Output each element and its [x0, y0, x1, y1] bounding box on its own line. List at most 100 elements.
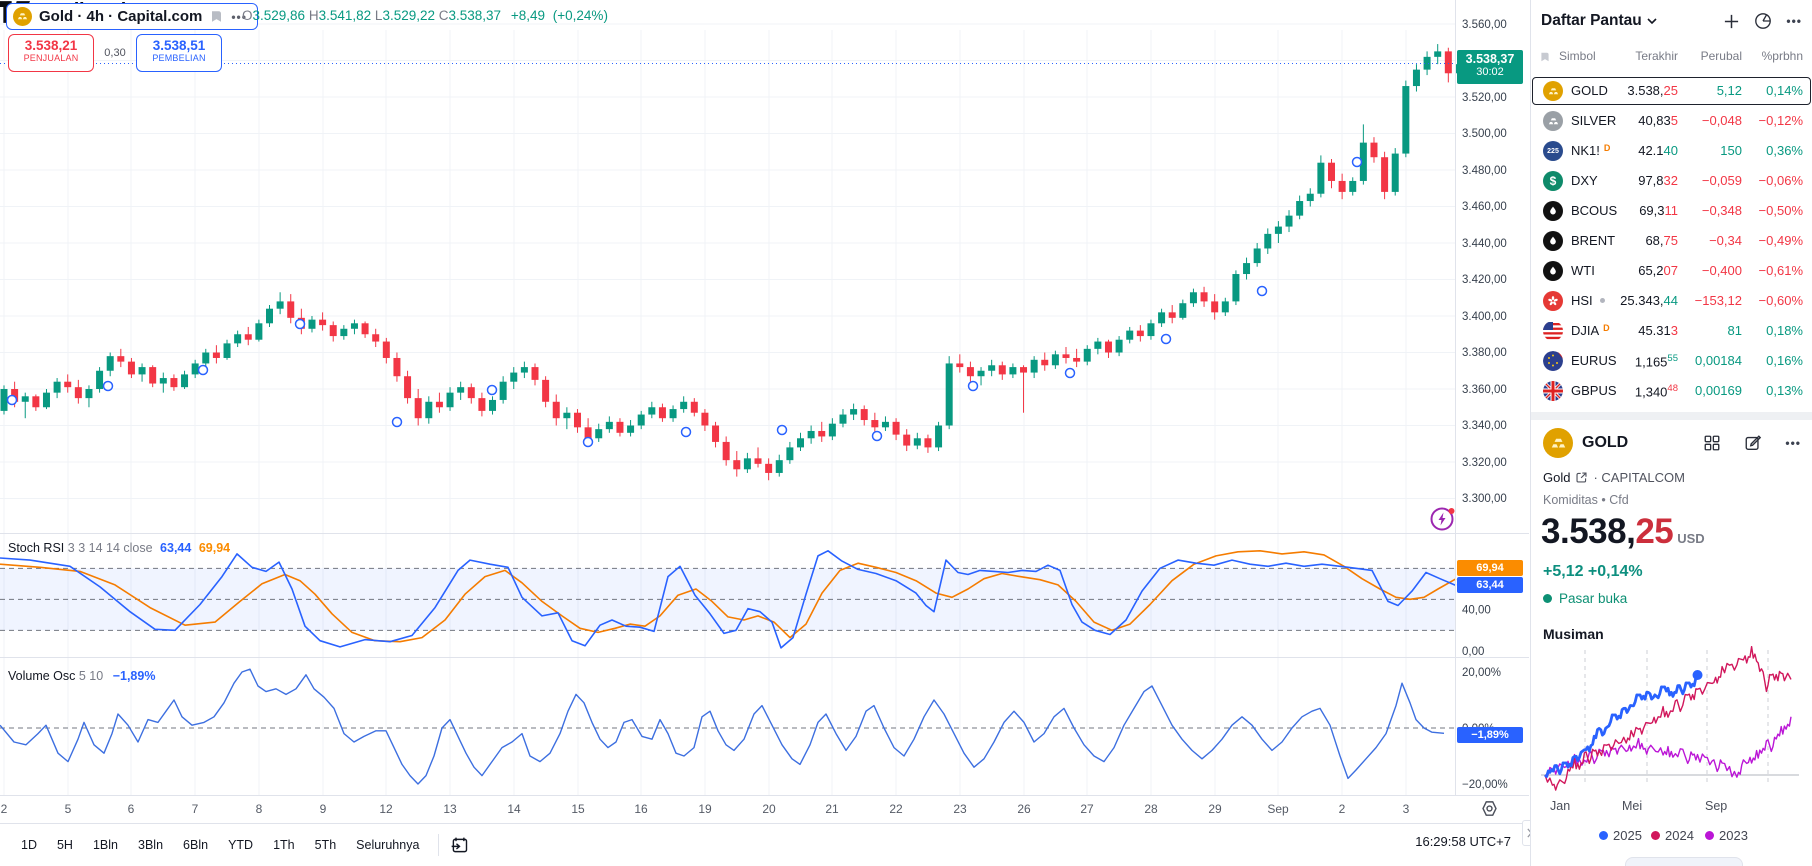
range-button-5h[interactable]: 5H [48, 834, 82, 856]
trade-marker-icon[interactable] [682, 428, 691, 437]
sector-pie-icon[interactable] [1754, 12, 1772, 30]
trade-marker-icon[interactable] [393, 418, 402, 427]
trade-marker-icon[interactable] [199, 366, 208, 375]
col-last[interactable]: Terakhir [1635, 49, 1678, 63]
volume-osc-label[interactable]: Volume Osc 5 10 −1,89% [8, 669, 155, 683]
candle [1413, 70, 1420, 86]
watchlist-row-dxy[interactable]: $DXY97,832−0,059−0,06% [1531, 166, 1812, 196]
row-change-pct: −0,06% [1759, 173, 1803, 188]
range-button-ytd[interactable]: YTD [219, 834, 262, 856]
watchlist-title-dropdown[interactable]: Daftar Pantau [1541, 12, 1657, 30]
trade-marker-icon[interactable] [1353, 158, 1362, 167]
svg-text:40,00: 40,00 [1462, 605, 1491, 617]
range-button-6bln[interactable]: 6Bln [174, 834, 217, 856]
svg-text:22: 22 [889, 802, 903, 816]
candle [585, 427, 592, 438]
watchlist-row-eurus[interactable]: EURUS1,165550,001840,16% [1531, 346, 1812, 376]
symbol-button[interactable]: Gold · 4h · Capital.com ••• [6, 3, 258, 30]
seasonal-legend-2025[interactable]: 2025 [1599, 828, 1642, 843]
ohlc-readout: O3.529,86 H3.541,82 L3.529,22 C3.538,37 … [242, 8, 608, 23]
candle [956, 363, 963, 367]
candle [776, 460, 783, 473]
trade-marker-icon[interactable] [873, 432, 882, 441]
edit-note-icon[interactable] [1744, 434, 1762, 452]
buy-button[interactable]: 3.538,51 PEMBELIAN [136, 34, 222, 72]
svg-text:21: 21 [825, 802, 839, 816]
seasonal-chart[interactable] [1531, 646, 1812, 796]
range-button-5th[interactable]: 5Th [306, 834, 346, 856]
col-pct[interactable]: %prbhn [1762, 49, 1803, 63]
candle [404, 376, 411, 398]
range-button-1bln[interactable]: 1Bln [84, 834, 127, 856]
candle [362, 323, 369, 334]
svg-text:15: 15 [571, 802, 585, 816]
row-symbol: NK1!D [1571, 143, 1610, 158]
add-symbol-icon[interactable] [1723, 13, 1740, 30]
main-chart[interactable]: 3.560,003.520,003.500,003.480,003.460,00… [0, 0, 1529, 822]
col-symbol[interactable]: Simbol [1559, 49, 1596, 63]
range-button-1d[interactable]: 1D [12, 834, 46, 856]
sell-button[interactable]: 3.538,21 PENJUALAN [8, 34, 94, 72]
stoch-rsi-label[interactable]: Stoch RSI 3 3 14 14 close 63,44 69,94 [8, 541, 230, 555]
trade-marker-icon[interactable] [1162, 335, 1171, 344]
watchlist-row-wti[interactable]: WTI65,207−0,400−0,61% [1531, 256, 1812, 286]
candle [914, 438, 921, 445]
watchlist-row-gold[interactable]: GOLD3.538,255,120,14% [1531, 76, 1812, 106]
candle [1307, 194, 1314, 201]
spread-value: 0,30 [94, 47, 136, 59]
row-change: −0,34 [1709, 233, 1742, 248]
candle [436, 402, 443, 407]
panel-divider [1531, 412, 1812, 420]
trade-marker-icon[interactable] [104, 382, 113, 391]
symbol-detail-more-icon[interactable]: ••• [1785, 436, 1801, 450]
trade-marker-icon[interactable] [8, 396, 17, 405]
silver-icon [1543, 111, 1563, 131]
high-label: H [309, 8, 319, 23]
candle [829, 424, 836, 437]
trade-marker-icon[interactable] [969, 382, 978, 391]
watchlist-row-brent[interactable]: BRENT68,75−0,34−0,49% [1531, 226, 1812, 256]
time-settings-icon[interactable] [1480, 799, 1499, 823]
range-button-seluruhnya[interactable]: Seluruhnya [347, 834, 428, 856]
candle [1052, 354, 1059, 365]
trade-marker-icon[interactable] [488, 386, 497, 395]
flag-column-icon[interactable] [1539, 51, 1551, 66]
candle [1349, 181, 1356, 192]
buy-price: 3.538,51 [137, 38, 221, 53]
range-button-1th[interactable]: 1Th [264, 834, 304, 856]
col-change[interactable]: Perubal [1701, 49, 1742, 63]
trade-marker-icon[interactable] [778, 426, 787, 435]
row-symbol: EURUS [1571, 353, 1617, 368]
candle [1339, 181, 1346, 192]
svg-text:3.360,00: 3.360,00 [1462, 384, 1507, 396]
watchlist-row-hsi[interactable]: HSI25.343,44−153,12−0,60% [1531, 286, 1812, 316]
trade-marker-icon[interactable] [584, 438, 593, 447]
seasonal-legend-2023[interactable]: 2023 [1705, 828, 1748, 843]
watchlist-row-bcous[interactable]: BCOUS69,311−0,348−0,50% [1531, 196, 1812, 226]
range-button-3bln[interactable]: 3Bln [129, 834, 172, 856]
watchlist-row-silver[interactable]: SILVER40,835−0,048−0,12% [1531, 106, 1812, 136]
svg-text:23: 23 [953, 802, 967, 816]
candle [893, 422, 900, 435]
watchlist-row-gbpus[interactable]: GBPUS1,340480,001690,13% [1531, 376, 1812, 406]
trade-marker-icon[interactable] [1066, 369, 1075, 378]
partial-button[interactable] [1625, 857, 1743, 866]
watchlist-row-djia[interactable]: DJIAD45.313810,18% [1531, 316, 1812, 346]
seasonal-legend-2024[interactable]: 2024 [1651, 828, 1694, 843]
row-change: −0,048 [1702, 113, 1742, 128]
svg-text:26: 26 [1017, 802, 1031, 816]
trade-marker-icon[interactable] [1258, 287, 1267, 296]
external-link-icon[interactable] [1575, 471, 1588, 484]
clock-display[interactable]: 16:29:58 UTC+7 [1415, 834, 1511, 849]
trade-marker-icon[interactable] [296, 320, 305, 329]
row-change: −0,348 [1702, 203, 1742, 218]
candle [542, 380, 549, 402]
candle [1105, 342, 1112, 353]
goto-date-icon[interactable] [449, 835, 470, 856]
lightning-icon[interactable] [1429, 505, 1457, 538]
bottom-toolbar: 1D5H1Bln3Bln6BlnYTD1Th5ThSeluruhnya 16:2… [0, 823, 1529, 866]
watchlist-more-icon[interactable]: ••• [1786, 14, 1802, 28]
candle [96, 371, 103, 389]
watchlist-row-nk1![interactable]: 225NK1!D42.1401500,36% [1531, 136, 1812, 166]
grid-view-icon[interactable] [1703, 434, 1721, 452]
